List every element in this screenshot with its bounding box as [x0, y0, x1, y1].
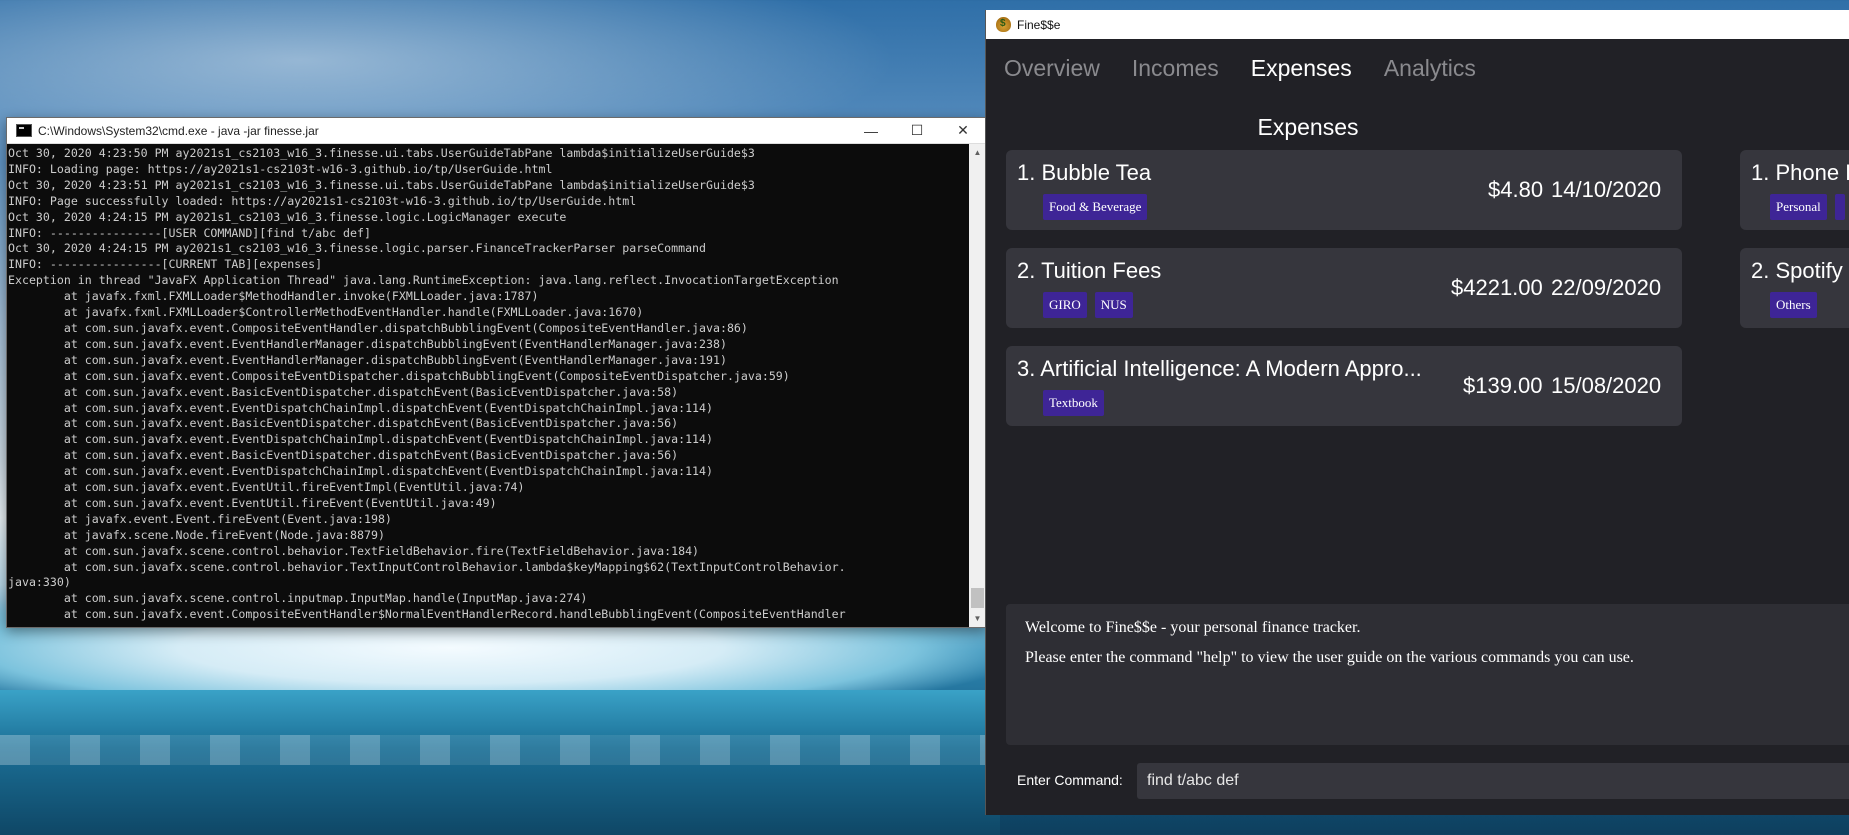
console-line: java:330) — [8, 575, 71, 590]
cmd-window[interactable]: C:\Windows\System32\cmd.exe - java -jar … — [6, 117, 987, 628]
console-line: Oct 30, 2020 4:23:51 PM ay2021s1_cs2103_… — [8, 177, 755, 192]
finesse-window[interactable]: Fine$$e Overview Incomes Expenses Analyt… — [985, 10, 1849, 815]
console-line: at com.sun.javafx.scene.control.inputmap… — [8, 591, 588, 606]
console-icon — [16, 124, 32, 137]
tag-chip: Food & Beverage — [1043, 194, 1148, 220]
side-item-title: 1. Phone B — [1751, 160, 1849, 185]
close-button[interactable]: ✕ — [940, 118, 986, 143]
command-input[interactable] — [1137, 763, 1849, 799]
result-line: Please enter the command "help" to view … — [1025, 649, 1634, 666]
tab-expenses[interactable]: Expenses — [1251, 55, 1352, 82]
finesse-window-title: Fine$$e — [1017, 17, 1061, 32]
console-line: at com.sun.javafx.event.EventUtil.fireEv… — [8, 495, 497, 510]
side-item-title: 2. Spotify S — [1751, 258, 1849, 283]
console-line: INFO: ----------------[CURRENT TAB][expe… — [8, 257, 323, 272]
expense-amount: $4221.00 — [1451, 275, 1543, 300]
tab-incomes[interactable]: Incomes — [1132, 55, 1219, 82]
tag-chip-clipped — [1834, 194, 1845, 220]
console-line: at com.sun.javafx.event.CompositeEventHa… — [8, 607, 846, 622]
tag-chip: GIRO — [1043, 292, 1087, 318]
console-line: at com.sun.javafx.event.EventHandlerMana… — [8, 336, 727, 351]
maximize-button[interactable]: ☐ — [894, 118, 940, 143]
console-line: Oct 30, 2020 4:23:50 PM ay2021s1_cs2103_… — [8, 146, 755, 160]
expense-date: 15/08/2020 — [1551, 373, 1662, 398]
tag-list: GIRO NUS — [1043, 292, 1133, 318]
console-line: INFO: Loading page: https://ay2021s1-cs2… — [8, 161, 553, 176]
expense-title: 2. Tuition Fees — [1017, 258, 1162, 283]
expense-title: 3. Artificial Intelligence: A Modern App… — [1017, 356, 1422, 381]
console-line: at com.sun.javafx.event.BasicEventDispat… — [8, 448, 679, 463]
console-line: Oct 30, 2020 4:24:15 PM ay2021s1_cs2103_… — [8, 209, 567, 224]
expense-date: 22/09/2020 — [1551, 275, 1662, 300]
command-label: Enter Command: — [1017, 772, 1123, 788]
console-line: at javafx.fxml.FXMLLoader$ControllerMeth… — [8, 305, 644, 320]
tab-bar: Overview Incomes Expenses Analytics — [986, 39, 1849, 97]
expense-amount: $4.80 — [1488, 177, 1544, 202]
scrollbar-thumb[interactable] — [971, 588, 984, 608]
console-line: at com.sun.javafx.event.EventHandlerMana… — [8, 352, 727, 367]
console-line: at com.sun.javafx.event.BasicEventDispat… — [8, 416, 679, 431]
expense-title: 1. Bubble Tea — [1017, 160, 1152, 185]
expense-card[interactable]: 3. Artificial Intelligence: A Modern App… — [1006, 346, 1682, 426]
finesse-titlebar[interactable]: Fine$$e — [986, 10, 1849, 39]
result-display: Welcome to Fine$$e - your personal finan… — [1006, 604, 1849, 745]
console-line: at com.sun.javafx.event.EventUtil.fireEv… — [8, 480, 525, 495]
console-line: at com.sun.javafx.event.CompositeEventHa… — [8, 320, 748, 335]
section-title: Expenses — [1257, 114, 1359, 140]
money-bag-icon — [996, 17, 1011, 32]
side-list-card[interactable]: 2. Spotify S Others — [1740, 248, 1849, 328]
expense-date: 14/10/2020 — [1551, 177, 1662, 202]
console-line: at com.sun.javafx.event.CompositeEventDi… — [8, 368, 790, 383]
console-line: at com.sun.javafx.event.EventDispatchCha… — [8, 400, 713, 415]
console-line: Oct 30, 2020 4:24:15 PM ay2021s1_cs2103_… — [8, 241, 707, 256]
result-line: Welcome to Fine$$e - your personal finan… — [1025, 619, 1361, 636]
console-line: at com.sun.javafx.scene.control.behavior… — [8, 559, 846, 574]
console-line: INFO: Page successfully loaded: https://… — [8, 193, 637, 208]
tag-list: Textbook — [1043, 390, 1104, 416]
tab-analytics[interactable]: Analytics — [1384, 55, 1476, 82]
tag-list: Others — [1770, 292, 1817, 318]
tag-list: Personal — [1770, 194, 1845, 220]
console-line: at com.sun.javafx.event.EventDispatchCha… — [8, 464, 713, 479]
console-line: at javafx.fxml.FXMLLoader$MethodHandler.… — [8, 289, 539, 304]
tag-chip: Textbook — [1043, 390, 1104, 416]
tab-overview[interactable]: Overview — [1004, 55, 1100, 82]
desktop-wallpaper-foam — [0, 735, 1000, 765]
cmd-titlebar[interactable]: C:\Windows\System32\cmd.exe - java -jar … — [7, 118, 986, 144]
tag-chip: Others — [1770, 292, 1817, 318]
tag-list: Food & Beverage — [1043, 194, 1148, 220]
console-line: Exception in thread "JavaFX Application … — [8, 273, 839, 288]
console-line: at com.sun.javafx.event.EventDispatchCha… — [8, 432, 713, 447]
expense-card[interactable]: 2. Tuition Fees $4221.00 22/09/2020 GIRO… — [1006, 248, 1682, 328]
console-line: at javafx.event.Event.fireEvent(Event.ja… — [8, 511, 392, 526]
scroll-down-arrow-icon[interactable]: ▼ — [969, 610, 986, 627]
console-scrollbar[interactable]: ▲ ▼ — [969, 144, 986, 627]
console-output[interactable]: Oct 30, 2020 4:23:50 PM ay2021s1_cs2103_… — [7, 144, 969, 627]
tag-chip: Personal — [1770, 194, 1827, 220]
expense-amount: $139.00 — [1463, 373, 1543, 398]
side-list-card[interactable]: 1. Phone B Personal — [1740, 150, 1849, 230]
cmd-window-title: C:\Windows\System32\cmd.exe - java -jar … — [38, 123, 319, 138]
console-line: at javafx.scene.Node.fireEvent(Node.java… — [8, 527, 385, 542]
console-line: at com.sun.javafx.scene.control.behavior… — [8, 543, 700, 558]
expense-card[interactable]: 1. Bubble Tea $4.80 14/10/2020 Food & Be… — [1006, 150, 1682, 230]
console-line: at com.sun.javafx.event.BasicEventDispat… — [8, 384, 679, 399]
scroll-up-arrow-icon[interactable]: ▲ — [969, 144, 986, 161]
minimize-button[interactable]: — — [848, 118, 894, 143]
tag-chip: NUS — [1094, 292, 1133, 318]
console-line: INFO: ----------------[USER COMMAND][fin… — [8, 225, 371, 240]
